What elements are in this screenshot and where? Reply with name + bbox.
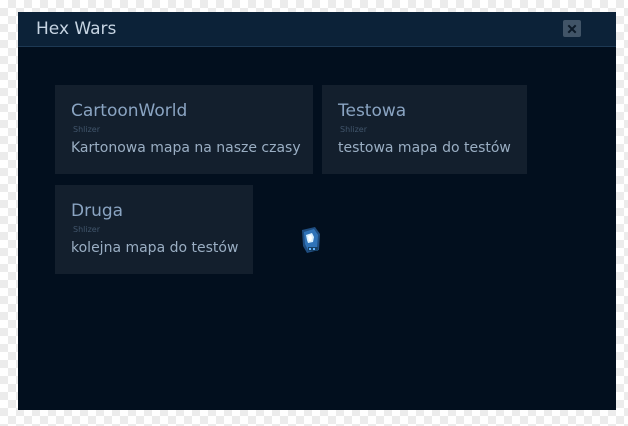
map-description: testowa mapa do testów [338, 140, 511, 156]
map-name: Testowa [338, 101, 407, 121]
map-description: kolejna mapa do testów [71, 240, 239, 256]
map-author: Shlizer [73, 125, 101, 134]
close-button[interactable] [563, 20, 581, 37]
map-author: Shlizer [73, 225, 101, 234]
map-description: Kartonowa mapa na nasze czasy [71, 140, 301, 156]
map-name: Druga [71, 201, 124, 221]
window-title: Hex Wars [36, 19, 117, 39]
map-card-druga[interactable]: Druga Shlizer kolejna mapa do testów [55, 185, 253, 274]
map-card-cartoonworld[interactable]: CartoonWorld Shlizer Kartonowa mapa na n… [55, 85, 313, 174]
window-titlebar: Hex Wars [18, 12, 616, 47]
hex-wars-window: Hex Wars CartoonWorld Shlizer Kartonowa … [18, 12, 616, 410]
unit-sprite-icon [302, 227, 320, 253]
map-author: Shlizer [340, 125, 368, 134]
map-name: CartoonWorld [71, 101, 188, 121]
map-card-testowa[interactable]: Testowa Shlizer testowa mapa do testów [322, 85, 527, 174]
close-icon [567, 24, 577, 33]
